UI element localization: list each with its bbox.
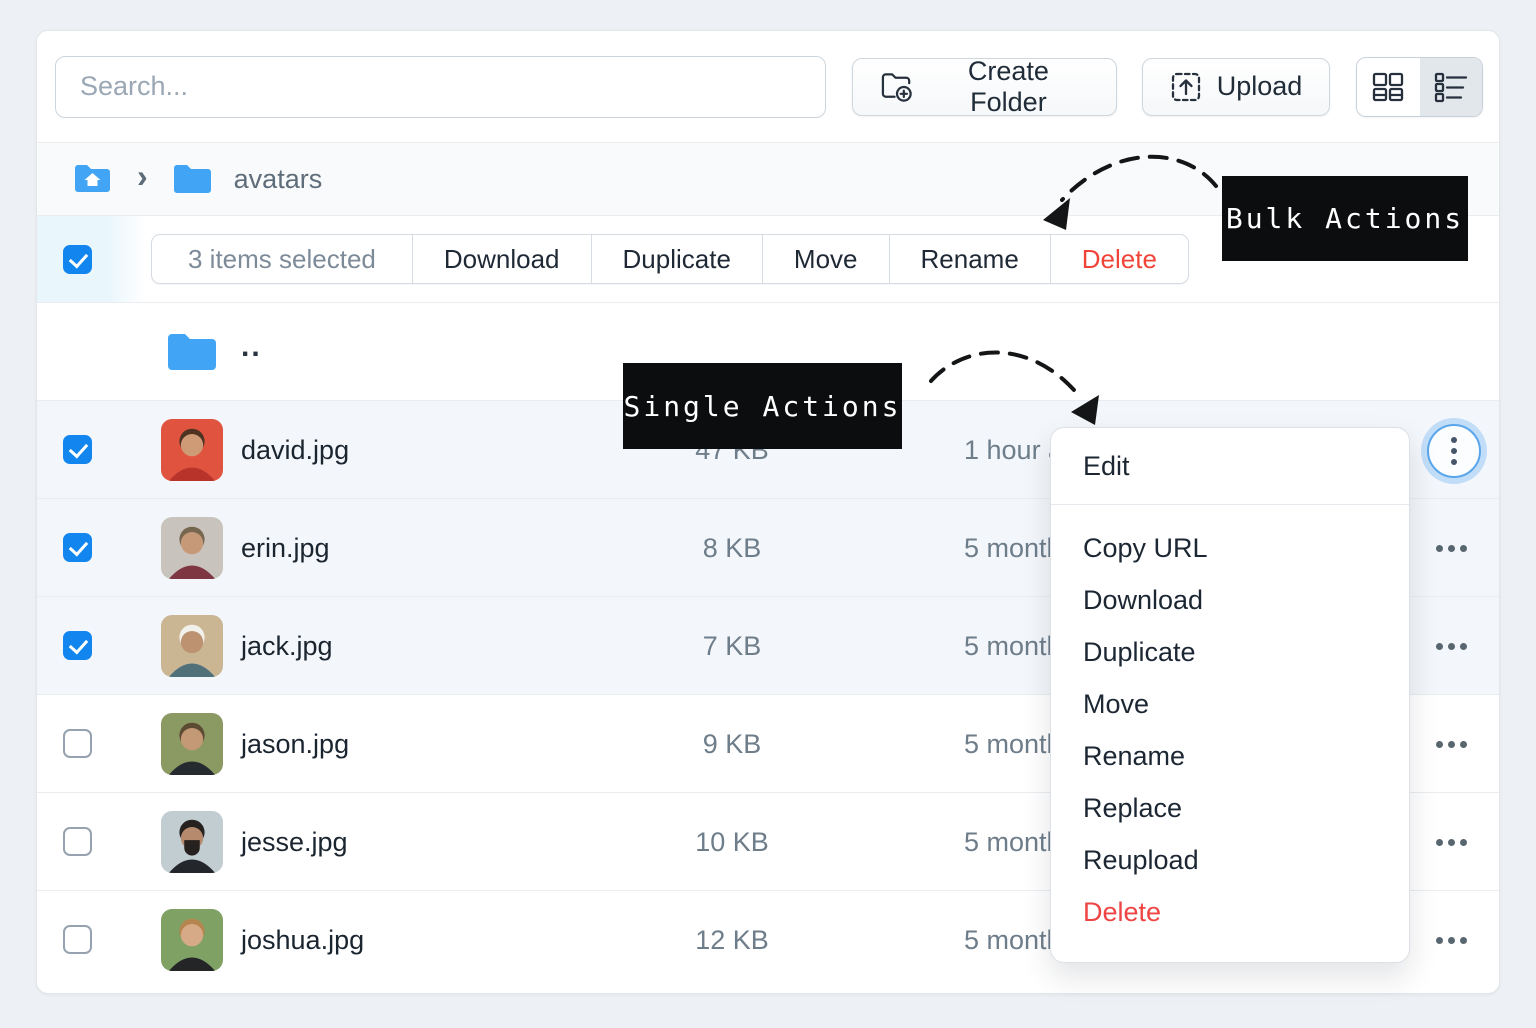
- file-size: 9 KB: [657, 695, 807, 793]
- menu-item-edit[interactable]: Edit: [1051, 428, 1409, 505]
- file-name: joshua.jpg: [241, 891, 364, 989]
- bulk-actions-annotation: Bulk Actions: [1222, 176, 1468, 261]
- menu-item-delete[interactable]: Delete: [1051, 886, 1409, 938]
- upload-icon: [1170, 71, 1202, 103]
- list-view-button[interactable]: [1420, 58, 1482, 116]
- row-checkbox[interactable]: [63, 925, 92, 954]
- file-name: david.jpg: [241, 401, 349, 499]
- bulk-download-button[interactable]: Download: [413, 235, 592, 283]
- create-folder-button[interactable]: Create Folder: [852, 58, 1117, 116]
- row-actions-button[interactable]: [1436, 597, 1467, 695]
- context-menu: Edit Copy URL Download Duplicate Move Re…: [1050, 427, 1410, 963]
- file-name: jack.jpg: [241, 597, 333, 695]
- row-actions-button[interactable]: [1436, 793, 1467, 891]
- row-actions-button[interactable]: [1436, 695, 1467, 793]
- file-thumbnail: [161, 811, 223, 873]
- row-actions-button[interactable]: [1436, 891, 1467, 989]
- bulk-delete-button[interactable]: Delete: [1051, 235, 1188, 283]
- file-thumbnail: [161, 419, 223, 481]
- row-checkbox[interactable]: [63, 827, 92, 856]
- grid-view-button[interactable]: [1357, 58, 1419, 116]
- file-thumbnail: [161, 909, 223, 971]
- row-checkbox[interactable]: [63, 729, 92, 758]
- breadcrumb-current-folder[interactable]: avatars: [234, 164, 323, 195]
- file-name: jason.jpg: [241, 695, 349, 793]
- file-thumbnail: [161, 517, 223, 579]
- menu-item-reupload[interactable]: Reupload: [1051, 834, 1409, 886]
- list-view-icon: [1432, 70, 1470, 104]
- upload-label: Upload: [1217, 71, 1303, 102]
- selected-count-label: 3 items selected: [152, 235, 413, 283]
- menu-item-replace[interactable]: Replace: [1051, 782, 1409, 834]
- file-size: 10 KB: [657, 793, 807, 891]
- row-actions-button[interactable]: [1436, 499, 1467, 597]
- file-thumbnail: [161, 615, 223, 677]
- folder-icon[interactable]: [172, 163, 214, 196]
- file-size: 8 KB: [657, 499, 807, 597]
- file-name: erin.jpg: [241, 499, 330, 597]
- row-checkbox[interactable]: [63, 435, 92, 464]
- file-size: 12 KB: [657, 891, 807, 989]
- file-name: jesse.jpg: [241, 793, 348, 891]
- bulk-duplicate-button[interactable]: Duplicate: [592, 235, 763, 283]
- chevron-right-icon: ›: [137, 158, 148, 195]
- bulk-actions-group: 3 items selected Download Duplicate Move…: [151, 234, 1189, 284]
- upload-button[interactable]: Upload: [1142, 58, 1331, 116]
- select-all-cell: [37, 216, 145, 302]
- view-toggle: [1356, 57, 1483, 117]
- menu-item-move[interactable]: Move: [1051, 678, 1409, 730]
- bulk-move-button[interactable]: Move: [763, 235, 890, 283]
- select-all-checkbox[interactable]: [63, 245, 92, 274]
- file-size: 7 KB: [657, 597, 807, 695]
- row-checkbox[interactable]: [63, 533, 92, 562]
- grid-view-icon: [1370, 70, 1406, 104]
- file-manager-page: Create Folder Upload: [0, 0, 1536, 1028]
- create-folder-icon: [880, 71, 913, 103]
- menu-list: Copy URL Download Duplicate Move Rename …: [1051, 505, 1409, 938]
- bulk-rename-button[interactable]: Rename: [890, 235, 1051, 283]
- search-input[interactable]: [55, 56, 826, 118]
- home-folder-icon[interactable]: [73, 163, 113, 195]
- menu-item-duplicate[interactable]: Duplicate: [1051, 626, 1409, 678]
- folder-icon: [165, 331, 219, 373]
- single-actions-annotation: Single Actions: [623, 363, 902, 449]
- file-thumbnail: [161, 713, 223, 775]
- toolbar: Create Folder Upload: [37, 31, 1499, 143]
- parent-folder-name: ..: [241, 303, 262, 391]
- row-checkbox[interactable]: [63, 631, 92, 660]
- create-folder-label: Create Folder: [928, 56, 1089, 118]
- menu-item-download[interactable]: Download: [1051, 574, 1409, 626]
- row-actions-open-button[interactable]: [1427, 424, 1481, 478]
- menu-item-copy-url[interactable]: Copy URL: [1051, 522, 1409, 574]
- menu-item-rename[interactable]: Rename: [1051, 730, 1409, 782]
